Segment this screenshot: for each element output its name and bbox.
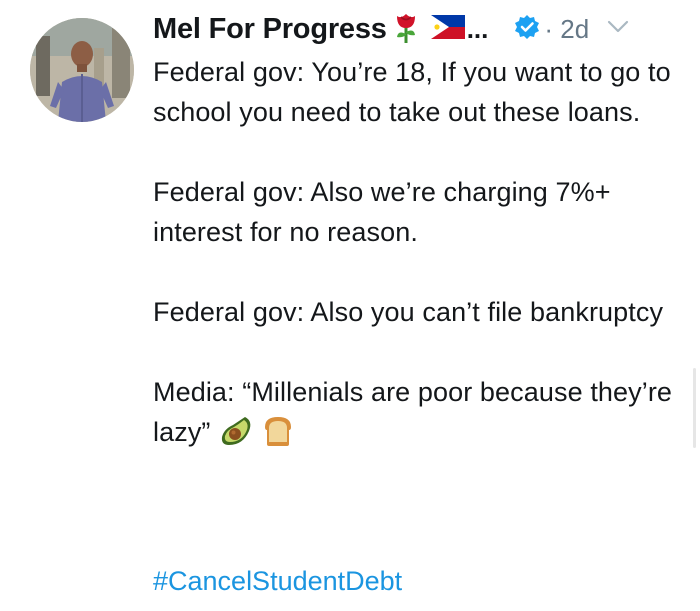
bread-emoji bbox=[261, 415, 295, 458]
tweet-paragraph: Federal gov: Also you can’t file bankrup… bbox=[153, 297, 664, 327]
rose-emoji bbox=[393, 10, 419, 49]
timestamp-separator: · bbox=[544, 13, 554, 44]
tweet-paragraph: Federal gov: You’re 18, If you want to g… bbox=[153, 57, 679, 127]
verified-badge-icon bbox=[514, 14, 540, 45]
tweet-paragraph-last: Media: “Millenials are poor because they… bbox=[153, 372, 673, 458]
scrollbar[interactable] bbox=[693, 368, 696, 448]
avatar[interactable] bbox=[30, 18, 134, 122]
tweet-paragraph: Federal gov: Also we’re charging 7%+ int… bbox=[153, 177, 619, 247]
name-truncation: ... bbox=[466, 13, 489, 44]
chevron-down-icon[interactable] bbox=[607, 20, 629, 39]
display-name[interactable]: Mel For Progress bbox=[153, 13, 387, 46]
hashtag-link[interactable]: #CancelStudentDebt bbox=[153, 566, 402, 597]
timestamp-value: 2d bbox=[560, 13, 590, 44]
avocado-emoji bbox=[219, 415, 253, 458]
timestamp[interactable]: · 2d bbox=[544, 14, 589, 45]
avatar-photo bbox=[30, 18, 134, 122]
tweet-text: Federal gov: You’re 18, If you want to g… bbox=[153, 52, 673, 458]
philippines-flag-emoji bbox=[430, 14, 465, 44]
tweet-card[interactable]: Mel For Progress ... · 2d Federal gov: Y… bbox=[0, 0, 700, 611]
tweet-header: Mel For Progress ... · 2d bbox=[153, 8, 680, 50]
